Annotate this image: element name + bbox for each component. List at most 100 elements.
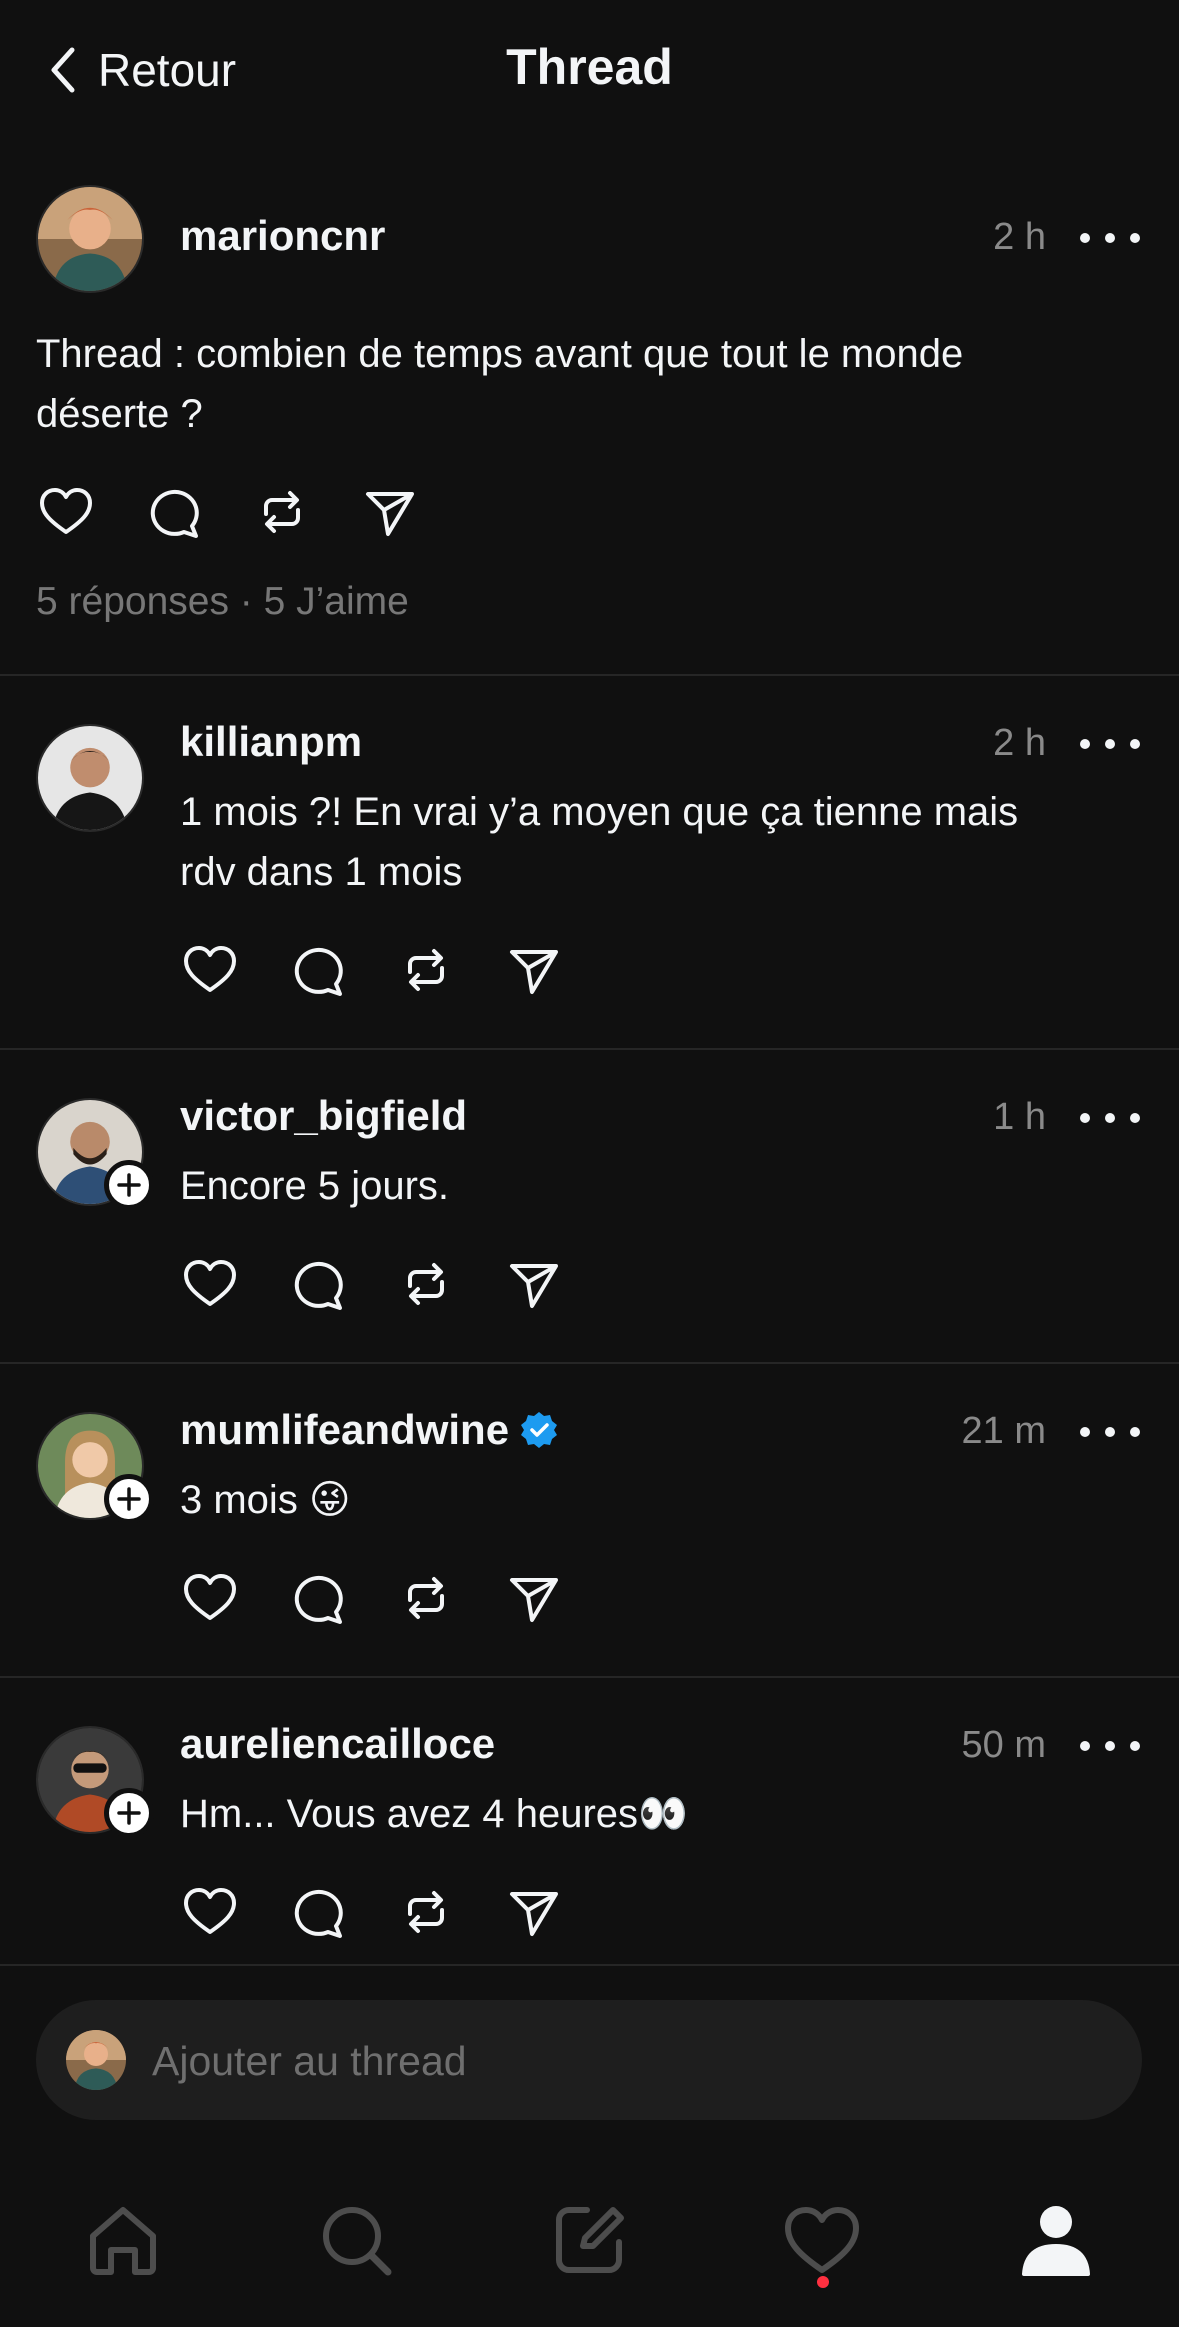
dot-icon xyxy=(1080,739,1090,749)
repost-button[interactable] xyxy=(396,1568,456,1628)
verified-badge-icon xyxy=(521,1412,558,1448)
more-options-button[interactable] xyxy=(1080,1736,1140,1756)
compose-icon xyxy=(556,2207,624,2273)
repost-button[interactable] xyxy=(252,482,312,542)
composer-placeholder: Ajouter au thread xyxy=(152,2038,467,2084)
reply-button[interactable] xyxy=(288,1254,348,1314)
like-button[interactable] xyxy=(180,1882,240,1942)
like-button[interactable] xyxy=(180,1254,240,1314)
reply-text: Hm... Vous avez 4 heures👀 xyxy=(180,1792,688,1836)
dot-icon xyxy=(1080,233,1090,243)
reply-button[interactable] xyxy=(288,940,348,1000)
comment-icon xyxy=(294,1575,343,1624)
search-icon xyxy=(323,2207,392,2276)
send-icon xyxy=(366,492,414,536)
like-button[interactable] xyxy=(180,1568,240,1628)
timestamp: 2 h xyxy=(993,216,1046,258)
more-options-button[interactable] xyxy=(1080,1108,1140,1128)
follow-button[interactable] xyxy=(104,1160,154,1210)
timestamp: 21 m xyxy=(961,1410,1046,1452)
dot-icon xyxy=(1105,1427,1115,1437)
post-text: Thread : combien de temps avant que tout… xyxy=(36,324,963,444)
nav-compose[interactable] xyxy=(529,2180,649,2300)
header: Retour Thread xyxy=(0,0,1179,140)
share-button[interactable] xyxy=(504,1882,564,1942)
dot-icon xyxy=(1130,1427,1140,1437)
dot-icon xyxy=(1105,1741,1115,1751)
username-row: mumlifeandwine xyxy=(180,1406,559,1454)
avatar[interactable] xyxy=(36,724,144,832)
reply-button[interactable] xyxy=(288,1882,348,1942)
nav-home[interactable] xyxy=(63,2180,183,2300)
dot-icon xyxy=(1130,233,1140,243)
dot-icon xyxy=(1105,233,1115,243)
post-stats[interactable]: 5 réponses · 5 J’aime xyxy=(36,580,409,624)
send-icon xyxy=(510,1892,558,1936)
like-button[interactable] xyxy=(180,940,240,1000)
comment-icon xyxy=(294,1889,343,1938)
share-button[interactable] xyxy=(504,1254,564,1314)
reply-button[interactable] xyxy=(144,482,204,542)
activity-heart-icon xyxy=(785,2207,859,2273)
heart-icon xyxy=(40,488,92,534)
more-options-button[interactable] xyxy=(1080,228,1140,248)
repost-button[interactable] xyxy=(396,940,456,1000)
reply-actions xyxy=(180,1882,580,1942)
more-options-button[interactable] xyxy=(1080,734,1140,754)
username[interactable]: marioncnr xyxy=(180,212,385,260)
send-icon xyxy=(510,1578,558,1622)
dot-icon xyxy=(1130,1741,1140,1751)
follow-button[interactable] xyxy=(104,1474,154,1524)
nav-profile[interactable] xyxy=(996,2180,1116,2300)
divider xyxy=(0,1362,1179,1364)
divider xyxy=(0,674,1179,676)
reply-text: Encore 5 jours. xyxy=(180,1164,450,1208)
divider xyxy=(0,1964,1179,1966)
reply-text-line: 1 mois ?! En vrai y’a moyen que ça tienn… xyxy=(180,790,1019,834)
username[interactable]: mumlifeandwine xyxy=(180,1406,509,1453)
dot-icon xyxy=(1080,1741,1090,1751)
repost-button[interactable] xyxy=(396,1254,456,1314)
plus-icon xyxy=(117,1173,141,1197)
home-icon xyxy=(90,2207,156,2275)
dot-icon xyxy=(1080,1427,1090,1437)
comment-icon xyxy=(150,489,199,538)
repost-icon xyxy=(408,949,444,991)
post-text-line: Thread : combien de temps avant que tout… xyxy=(36,332,964,376)
dot-icon xyxy=(1130,739,1140,749)
send-icon xyxy=(510,950,558,994)
post-actions xyxy=(36,482,436,542)
divider xyxy=(0,1048,1179,1050)
profile-icon xyxy=(1022,2206,1090,2276)
repost-button[interactable] xyxy=(396,1882,456,1942)
send-icon xyxy=(510,1264,558,1308)
notification-dot xyxy=(817,2276,829,2288)
composer-avatar xyxy=(66,2030,126,2090)
timestamp: 1 h xyxy=(993,1096,1046,1138)
reply-composer[interactable]: Ajouter au thread xyxy=(36,2000,1142,2120)
post-text-line: déserte ? xyxy=(36,392,203,436)
share-button[interactable] xyxy=(504,1568,564,1628)
dot-icon xyxy=(1105,739,1115,749)
share-button[interactable] xyxy=(360,482,420,542)
repost-icon xyxy=(408,1577,444,1619)
more-options-button[interactable] xyxy=(1080,1422,1140,1442)
comment-icon xyxy=(294,1261,343,1310)
reply-text-line: rdv dans 1 mois xyxy=(180,850,463,894)
avatar[interactable] xyxy=(36,185,144,293)
username[interactable]: killianpm xyxy=(180,718,362,766)
follow-button[interactable] xyxy=(104,1788,154,1838)
dot-icon xyxy=(1080,1113,1090,1123)
plus-icon xyxy=(117,1801,141,1825)
nav-search[interactable] xyxy=(296,2180,416,2300)
avatar-image xyxy=(38,187,142,291)
username[interactable]: aureliencailloce xyxy=(180,1720,495,1768)
heart-icon xyxy=(184,1574,236,1620)
like-button[interactable] xyxy=(36,482,96,542)
comment-icon xyxy=(294,947,343,996)
username[interactable]: victor_bigfield xyxy=(180,1092,467,1140)
reply-actions xyxy=(180,940,580,1000)
share-button[interactable] xyxy=(504,940,564,1000)
reply-button[interactable] xyxy=(288,1568,348,1628)
heart-icon xyxy=(184,1260,236,1306)
